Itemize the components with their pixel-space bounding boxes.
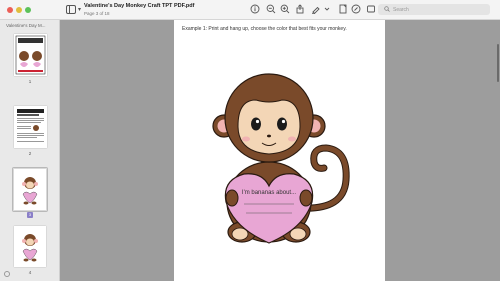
close-window-button[interactable] — [7, 7, 13, 13]
preview-window: ▾ Valentine's Day Monkey Craft TPT PDF.p… — [0, 0, 500, 281]
page-indicator: Page 3 of 18 — [84, 11, 110, 16]
more-icon[interactable] — [366, 4, 376, 14]
share-icon[interactable] — [295, 4, 305, 14]
search-field[interactable] — [378, 4, 490, 15]
chevron-down-icon[interactable]: ▾ — [78, 6, 81, 13]
maximize-window-button[interactable] — [25, 7, 31, 13]
sidebar-icon[interactable] — [66, 5, 76, 14]
heart-message: I'm bananas about... — [242, 190, 297, 196]
search-input[interactable] — [393, 5, 483, 14]
sidebar-settings-icon[interactable] — [4, 271, 10, 277]
thumbnail-page-2[interactable] — [14, 106, 47, 148]
thumbnail-sidebar: Valentine's Day M... 1 2 3 4 — [0, 20, 60, 281]
markup-icon[interactable] — [351, 4, 361, 14]
selected-page-badge: 3 — [27, 212, 33, 218]
thumbnail-page-3[interactable] — [14, 169, 46, 210]
thumbnail-number: 1 — [28, 79, 32, 84]
page-icon[interactable] — [338, 4, 348, 14]
sidebar-title: Valentine's Day M... — [6, 23, 46, 28]
highlight-icon[interactable] — [311, 4, 321, 14]
chevron-down-icon[interactable] — [322, 4, 332, 14]
minimize-window-button[interactable] — [16, 7, 22, 13]
vertical-scrollbar[interactable] — [497, 44, 499, 82]
toolbar: ▾ Valentine's Day Monkey Craft TPT PDF.p… — [0, 0, 500, 20]
info-icon[interactable] — [250, 4, 260, 14]
document-title: Valentine's Day Monkey Craft TPT PDF.pdf — [84, 3, 195, 9]
document-area[interactable]: Example 1: Print and hang up, choose the… — [60, 20, 500, 281]
monkey-illustration: I'm bananas about... — [212, 73, 350, 244]
pdf-page: Example 1: Print and hang up, choose the… — [174, 20, 385, 281]
zoom-out-icon[interactable] — [266, 4, 276, 14]
thumbnail-page-1[interactable] — [14, 34, 47, 76]
thumbnail-page-4[interactable] — [14, 226, 46, 267]
thumbnail-number: 2 — [28, 151, 32, 156]
search-icon — [384, 6, 390, 12]
zoom-in-icon[interactable] — [280, 4, 290, 14]
